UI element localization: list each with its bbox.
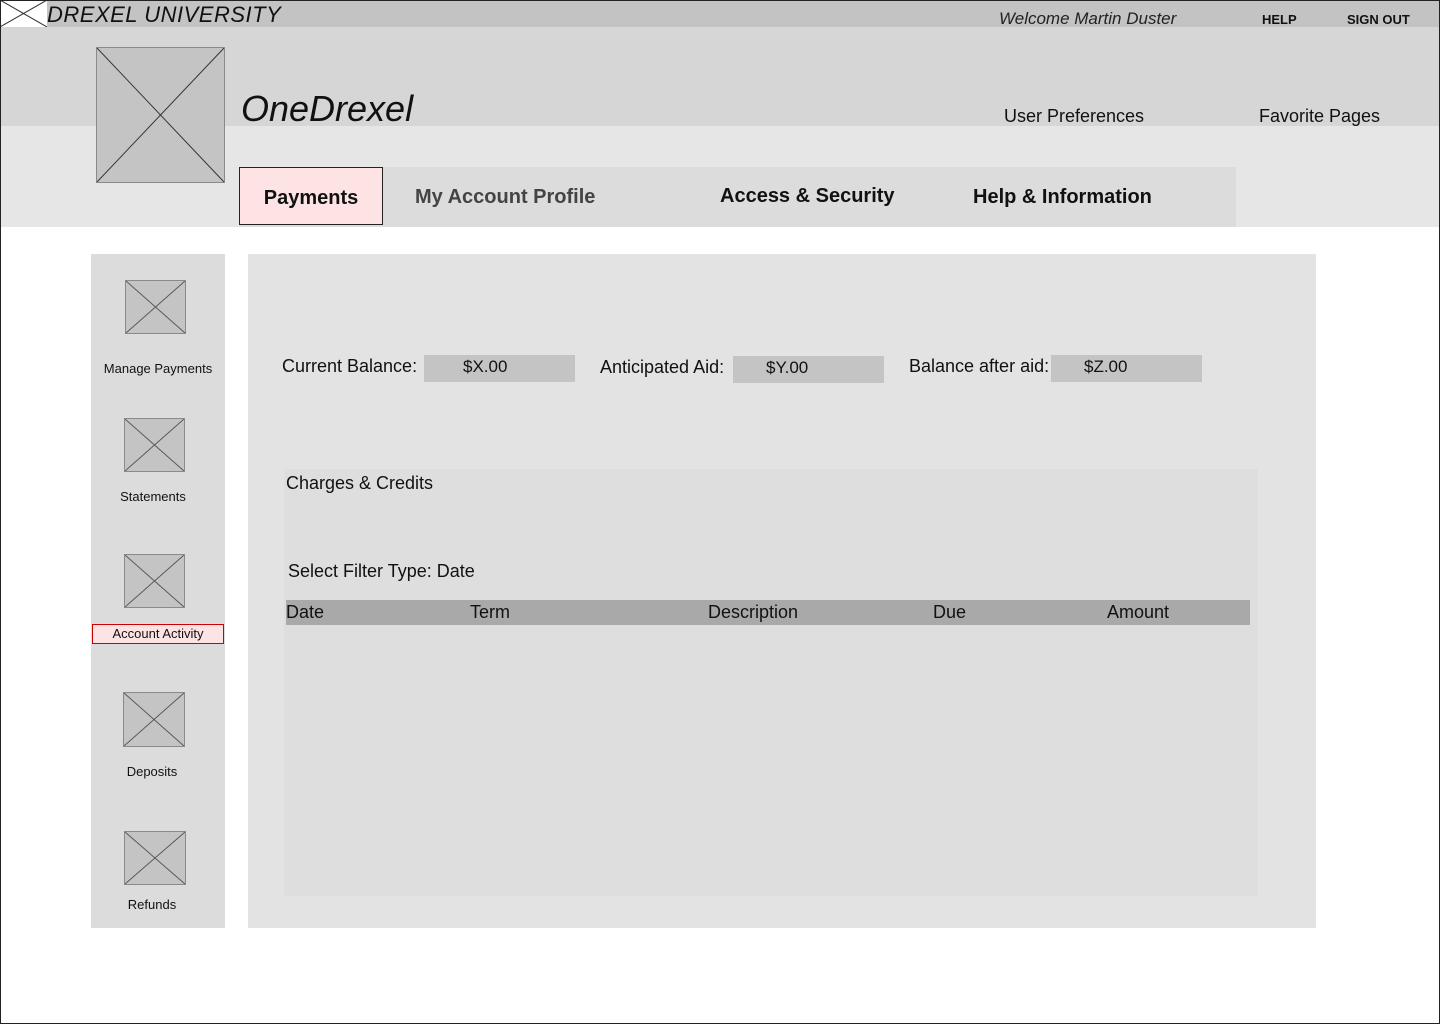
welcome-message: Welcome Martin Duster bbox=[999, 9, 1177, 28]
column-header-due[interactable]: Due bbox=[933, 602, 966, 623]
sidebar-item-deposits[interactable]: Deposits bbox=[87, 764, 217, 779]
manage-payments-icon[interactable] bbox=[125, 280, 186, 334]
app-title: OneDrexel bbox=[241, 88, 414, 129]
sign-out-link[interactable]: SIGN OUT bbox=[1347, 12, 1410, 27]
sidebar-item-account-activity[interactable]: Account Activity bbox=[92, 624, 224, 644]
user-preferences-link[interactable]: User Preferences bbox=[1004, 106, 1144, 127]
charges-credits-title: Charges & Credits bbox=[286, 473, 434, 493]
app-logo-icon bbox=[96, 47, 225, 183]
anticipated-aid-label: Anticipated Aid: bbox=[600, 357, 725, 377]
filter-type-select[interactable]: Select Filter Type: Date bbox=[288, 561, 475, 582]
current-balance-label: Current Balance: bbox=[282, 356, 418, 376]
column-header-amount[interactable]: Amount bbox=[1107, 602, 1169, 623]
university-logo-icon bbox=[0, 0, 47, 27]
column-header-term[interactable]: Term bbox=[470, 602, 510, 623]
statements-icon[interactable] bbox=[124, 418, 185, 472]
anticipated-aid-value: $Y.00 bbox=[733, 356, 884, 383]
sidebar-item-refunds[interactable]: Refunds bbox=[87, 897, 217, 912]
help-link[interactable]: HELP bbox=[1262, 12, 1297, 27]
tab-my-account-profile[interactable]: My Account Profile bbox=[415, 167, 595, 225]
balance-after-aid-label: Balance after aid: bbox=[909, 356, 1050, 376]
tab-payments[interactable]: Payments bbox=[239, 167, 383, 225]
current-balance-value: $X.00 bbox=[424, 355, 575, 382]
favorite-pages-link[interactable]: Favorite Pages bbox=[1259, 106, 1380, 127]
refunds-icon[interactable] bbox=[124, 831, 186, 885]
column-header-description[interactable]: Description bbox=[708, 602, 798, 623]
column-header-date[interactable]: Date bbox=[286, 602, 324, 623]
sidebar-item-statements[interactable]: Statements bbox=[88, 489, 218, 504]
university-name: DREXEL UNIVERSITY bbox=[47, 2, 282, 27]
tab-help-information[interactable]: Help & Information bbox=[973, 167, 1152, 225]
deposits-icon[interactable] bbox=[123, 692, 185, 747]
tab-access-security[interactable]: Access & Security bbox=[720, 166, 895, 224]
account-activity-icon[interactable] bbox=[124, 554, 185, 608]
sidebar-item-manage-payments[interactable]: Manage Payments bbox=[93, 361, 223, 376]
balance-after-aid-value: $Z.00 bbox=[1051, 355, 1202, 382]
charges-credits-panel bbox=[284, 469, 1258, 896]
